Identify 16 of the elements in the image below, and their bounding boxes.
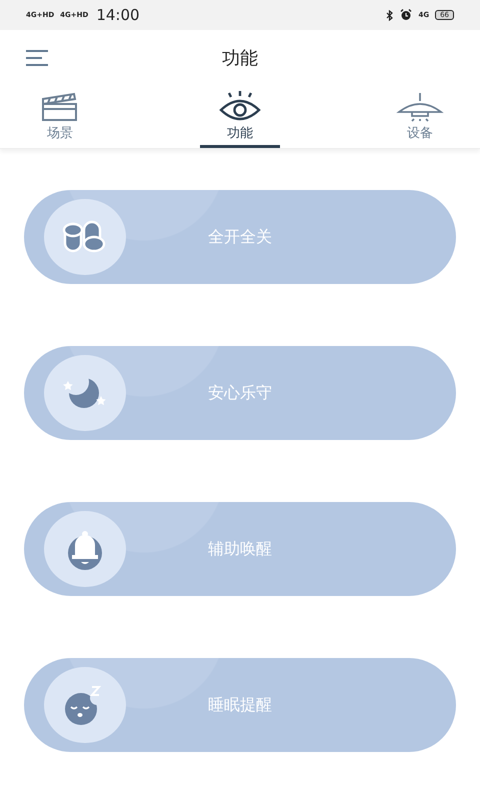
ceiling-lamp-icon: [396, 92, 444, 122]
function-button[interactable]: 睡眠提醒: [24, 658, 456, 752]
eye-icon: [219, 90, 261, 122]
page-title: 功能: [222, 47, 258, 70]
function-button[interactable]: 辅助唤醒: [24, 502, 456, 596]
bluetooth-icon: [386, 10, 394, 20]
tab[interactable]: 设备: [380, 86, 460, 148]
status-time: 14:00: [96, 6, 140, 24]
menu-icon[interactable]: [25, 49, 49, 67]
clapperboard-icon: [41, 92, 79, 122]
tab[interactable]: 场景: [20, 86, 100, 148]
cylinders-icon: [62, 220, 108, 254]
function-button[interactable]: 安心乐守: [24, 346, 456, 440]
tab[interactable]: 功能: [200, 86, 280, 148]
function-button[interactable]: 全开全关: [24, 190, 456, 284]
alarm-icon: [400, 9, 412, 21]
